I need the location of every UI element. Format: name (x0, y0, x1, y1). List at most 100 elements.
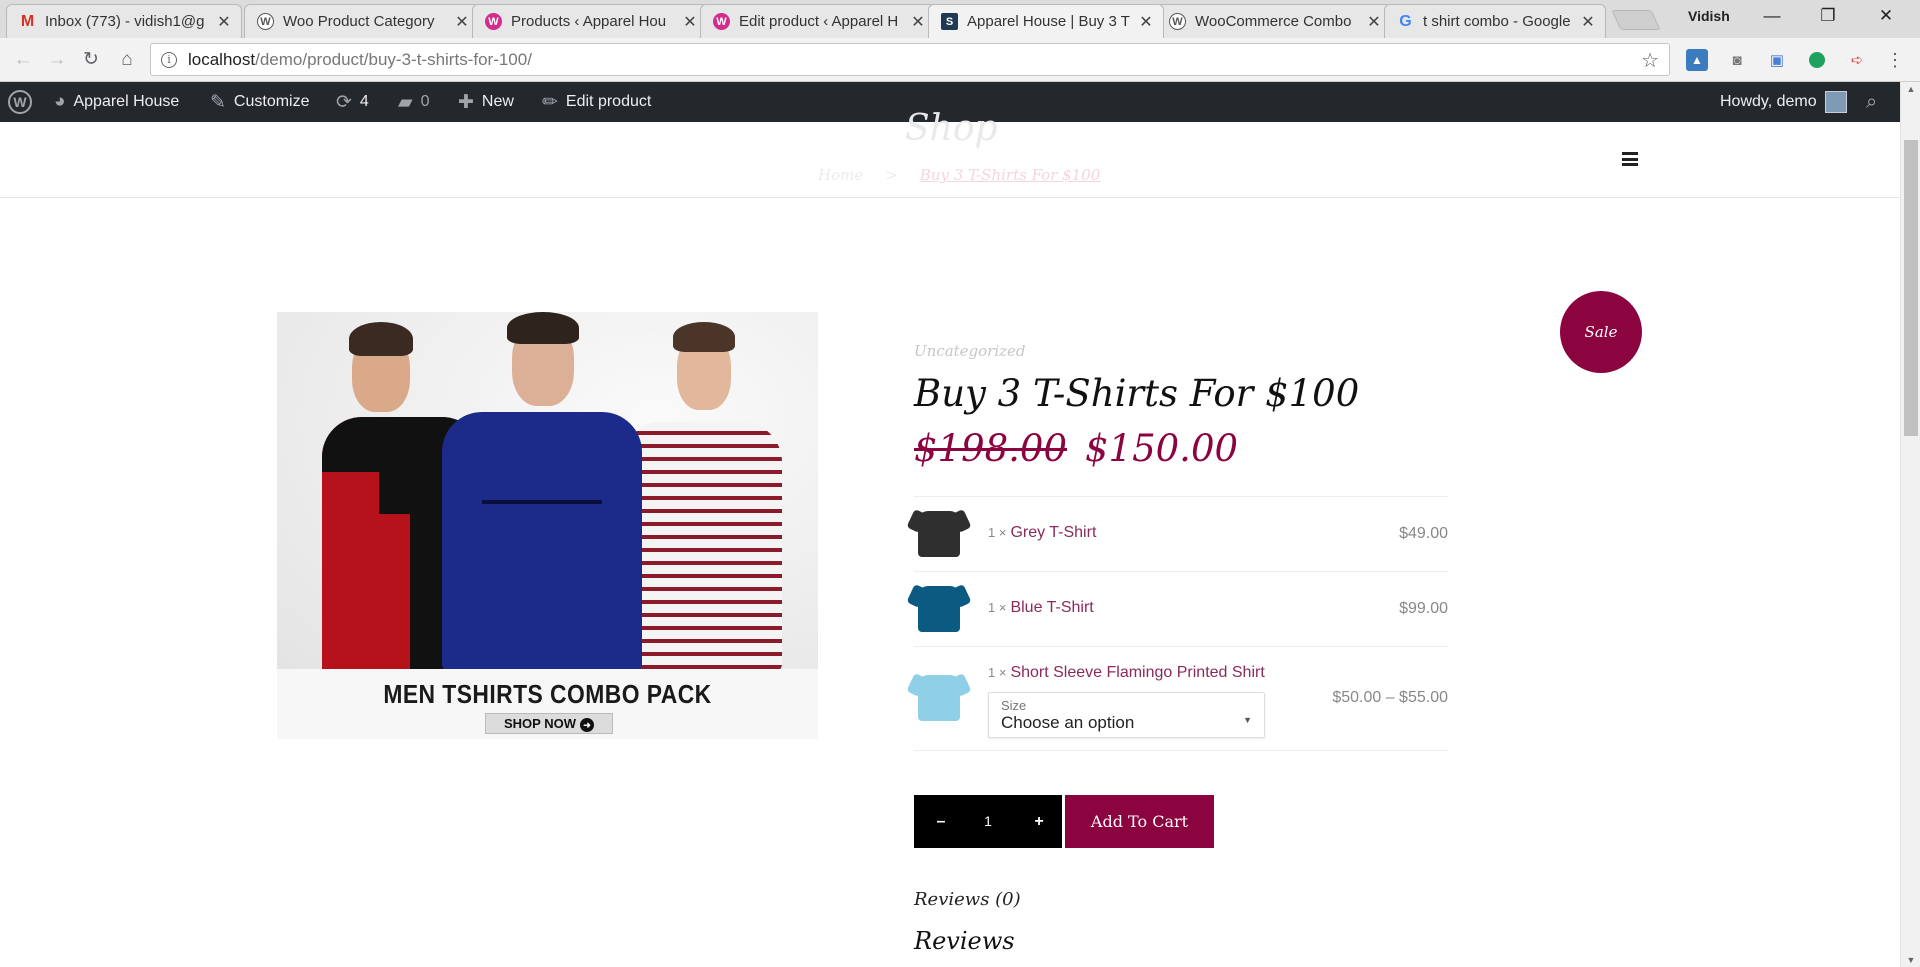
tab-title: Edit product ‹ Apparel H (739, 13, 899, 30)
quantity-decrease-button[interactable]: – (928, 795, 954, 848)
scroll-up-icon[interactable]: ▲ (1901, 84, 1920, 94)
tab-products[interactable]: W Products ‹ Apparel Hou ✕ (472, 4, 708, 38)
site-name-link[interactable]: ◕ Apparel House (54, 82, 179, 122)
shop-now-badge: SHOP NOW ➜ (485, 713, 613, 734)
chrome-menu-icon[interactable]: ⋮ (1884, 49, 1906, 71)
comments-link[interactable]: ▰ 0 (398, 82, 430, 122)
window-close-icon[interactable]: ✕ (1866, 6, 1906, 30)
regular-price: $198.00 (914, 427, 1068, 470)
add-to-cart-button[interactable]: Add To Cart (1065, 795, 1214, 848)
tab-title: t shirt combo - Google (1423, 13, 1571, 30)
grey-tshirt-thumbnail[interactable] (914, 507, 964, 561)
item-price: $49.00 (1399, 525, 1448, 542)
item-name-link[interactable]: Short Sleeve Flamingo Printed Shirt (1010, 664, 1264, 681)
extension-translate-icon[interactable]: ▣ (1766, 49, 1788, 71)
list-item: 1 × Grey T-Shirt $49.00 (914, 497, 1448, 572)
item-name-link[interactable]: Blue T-Shirt (1010, 599, 1093, 616)
hamburger-menu-icon[interactable] (1622, 152, 1638, 166)
site-icon: S (941, 13, 958, 30)
scrollbar-thumb[interactable] (1904, 140, 1918, 436)
pencil-icon: ✏ (542, 91, 558, 113)
tab-title: Woo Product Category (283, 13, 435, 30)
close-icon[interactable]: ✕ (1367, 12, 1381, 32)
item-quantity: 1 × (988, 600, 1007, 615)
bookmark-star-icon[interactable]: ☆ (1641, 48, 1659, 73)
plus-icon: ✚ (458, 91, 474, 113)
size-select[interactable]: Size Choose an option ▼ (988, 692, 1265, 738)
tab-google-search[interactable]: G t shirt combo - Google ✕ (1384, 4, 1606, 38)
image-caption: MEN TSHIRTS COMBO PACK (383, 679, 712, 709)
close-icon[interactable]: ✕ (911, 12, 925, 32)
camera-icon[interactable]: ◙ (1726, 49, 1748, 71)
brush-icon: ✎ (210, 91, 226, 113)
wordpress-logo-icon[interactable]: W (8, 82, 32, 122)
breadcrumb: Home > Buy 3 T-Shirts For $100 (818, 166, 1100, 184)
minimize-icon[interactable]: — (1752, 6, 1792, 30)
wordpress-icon: W (1169, 13, 1186, 30)
product-category[interactable]: Uncategorized (914, 342, 1026, 360)
tab-title: Apparel House | Buy 3 T (967, 13, 1130, 30)
wordpress-icon: W (257, 13, 274, 30)
extension-drive-icon[interactable]: ▲ (1686, 49, 1708, 71)
new-tab-button[interactable] (1611, 10, 1661, 30)
item-price: $50.00 – $55.00 (1332, 689, 1448, 706)
extension-arrow-icon[interactable]: ➪ (1846, 49, 1868, 71)
sale-price: $150.00 (1085, 427, 1239, 470)
updates-link[interactable]: ⟳ 4 (336, 82, 369, 122)
profile-name[interactable]: Vidish (1688, 8, 1730, 24)
woocommerce-icon: W (713, 13, 730, 30)
comment-icon: ▰ (398, 91, 413, 113)
arrow-right-icon: ➜ (580, 718, 594, 732)
tab-gmail[interactable]: M Inbox (773) - vidish1@g ✕ (6, 4, 242, 38)
back-icon[interactable]: ← (10, 47, 36, 73)
quantity-stepper: – 1 + (914, 795, 1062, 848)
reviews-heading: Reviews (914, 927, 1015, 955)
url-path: /demo/product/buy-3-t-shirts-for-100/ (255, 49, 532, 69)
close-icon[interactable]: ✕ (683, 12, 697, 32)
new-content-link[interactable]: ✚ New (458, 82, 514, 122)
quantity-increase-button[interactable]: + (1026, 795, 1052, 848)
scroll-down-icon[interactable]: ▼ (1901, 955, 1920, 965)
info-icon[interactable]: i (161, 51, 177, 68)
flamingo-shirt-thumbnail[interactable] (914, 671, 964, 725)
url-host: localhost (188, 49, 256, 69)
quantity-input[interactable]: 1 (962, 795, 1014, 848)
close-icon[interactable]: ✕ (1139, 12, 1153, 32)
home-icon[interactable]: ⌂ (114, 47, 140, 73)
list-item: 1 × Blue T-Shirt $99.00 (914, 572, 1448, 647)
page-scrollbar[interactable]: ▲ ▼ (1900, 82, 1920, 967)
item-name-link[interactable]: Grey T-Shirt (1010, 524, 1096, 541)
tab-edit-product[interactable]: W Edit product ‹ Apparel H ✕ (700, 4, 936, 38)
customize-link[interactable]: ✎ Customize (210, 82, 310, 122)
tab-reviews[interactable]: Reviews (0) (914, 889, 1021, 910)
breadcrumb-separator: > (885, 166, 898, 184)
tab-woocommerce-combo[interactable]: W WooCommerce Combo ✕ (1156, 4, 1392, 38)
close-icon[interactable]: ✕ (1581, 12, 1595, 32)
sale-badge: Sale (1560, 291, 1642, 373)
reload-icon[interactable]: ↻ (78, 47, 104, 73)
item-price: $99.00 (1399, 600, 1448, 617)
blue-tshirt-thumbnail[interactable] (914, 582, 964, 636)
tab-woo-product-category[interactable]: W Woo Product Category ✕ (244, 4, 480, 38)
page-title: Shop (905, 108, 998, 149)
tab-apparel-house-active[interactable]: S Apparel House | Buy 3 T ✕ (928, 4, 1164, 38)
product-title: Buy 3 T-Shirts For $100 (914, 372, 1360, 415)
google-icon: G (1399, 12, 1412, 30)
breadcrumb-current[interactable]: Buy 3 T-Shirts For $100 (920, 166, 1101, 184)
restore-icon[interactable]: ❐ (1808, 6, 1848, 30)
product-price: $198.00 $150.00 (914, 427, 1238, 470)
search-icon[interactable]: ⌕ (1866, 82, 1877, 122)
tab-title: Inbox (773) - vidish1@g (45, 13, 205, 30)
my-account-link[interactable]: Howdy, demo (1720, 82, 1847, 122)
item-quantity: 1 × (988, 525, 1007, 540)
breadcrumb-home[interactable]: Home (818, 166, 863, 184)
product-image[interactable]: MEN TSHIRTS COMBO PACK SHOP NOW ➜ (277, 312, 818, 739)
browser-toolbar: ← → ↻ ⌂ i localhost/demo/product/buy-3-t… (0, 38, 1920, 82)
avatar (1824, 91, 1847, 113)
close-icon[interactable]: ✕ (455, 12, 469, 32)
close-icon[interactable]: ✕ (217, 12, 231, 32)
extension-status-icon[interactable] (1806, 49, 1828, 71)
address-bar[interactable]: i localhost/demo/product/buy-3-t-shirts-… (150, 43, 1670, 76)
edit-product-link[interactable]: ✏ Edit product (542, 82, 651, 122)
forward-icon[interactable]: → (44, 47, 70, 73)
